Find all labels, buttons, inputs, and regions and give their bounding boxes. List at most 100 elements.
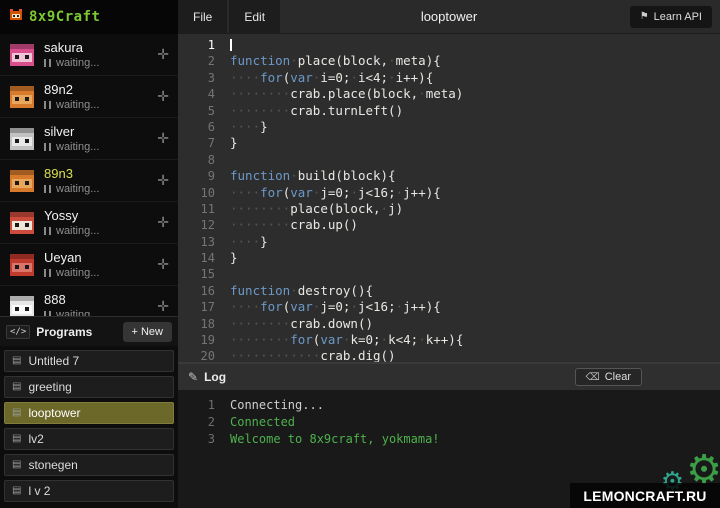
log-text: Connecting...: [230, 397, 324, 414]
player-row[interactable]: 888waiting...✛: [0, 286, 178, 316]
program-label: lv2: [28, 432, 43, 446]
editor-line: 20············crab.dig(): [178, 348, 720, 362]
program-label: l v 2: [28, 484, 50, 498]
line-number: 20: [178, 348, 230, 362]
program-file-icon: ▤: [12, 408, 21, 418]
move-icon[interactable]: ✛: [157, 298, 169, 315]
player-info: Yossy waiting...: [44, 208, 157, 237]
line-number: 7: [178, 135, 230, 151]
line-number: 13: [178, 234, 230, 250]
log-text: Welcome to 8x9craft, yokmama!: [230, 431, 440, 448]
player-list: sakurawaiting...✛89n2waiting...✛silverwa…: [0, 34, 178, 316]
player-info: 89n3waiting...: [44, 166, 157, 195]
app-logo-text: 8x9Craft: [29, 9, 100, 25]
watermark-text: LEMONCRAFT.RU: [583, 488, 706, 504]
log-pencil-icon: ✎: [188, 370, 198, 384]
line-number: 14: [178, 250, 230, 266]
player-info: 888waiting...: [44, 292, 157, 316]
clear-log-button[interactable]: ⌫ Clear: [575, 368, 642, 386]
player-name: silver: [44, 124, 157, 139]
main-area: 12function·place(block,·meta){3····for(v…: [178, 34, 720, 508]
program-file-icon: ▤: [12, 434, 21, 444]
programs-panel: </> Programs + New ▤Untitled 7▤greeting▤…: [0, 316, 178, 508]
move-icon[interactable]: ✛: [157, 256, 169, 273]
clear-label: Clear: [605, 371, 631, 383]
menu-edit[interactable]: Edit: [229, 0, 280, 33]
editor-line: 3····for(var·i=0;·i<4;·i++){: [178, 70, 720, 86]
editor-line: 15: [178, 266, 720, 282]
player-avatar-icon: [9, 126, 35, 152]
line-number: 8: [178, 152, 230, 168]
move-icon[interactable]: ✛: [157, 88, 169, 105]
line-number: 12: [178, 217, 230, 233]
editor[interactable]: 12function·place(block,·meta){3····for(v…: [178, 34, 720, 362]
code-line: ········crab.up(): [230, 217, 358, 233]
log-header: ✎ Log ⌫ Clear: [178, 364, 720, 390]
learn-api-label: Learn API: [654, 11, 702, 23]
program-row[interactable]: ▤greeting: [4, 376, 174, 398]
code-line: ········for(var·k=0;·k<4;·k++){: [230, 332, 463, 348]
editor-line: 12········crab.up(): [178, 217, 720, 233]
line-number: 19: [178, 332, 230, 348]
player-row[interactable]: Ueyanwaiting...✛: [0, 244, 178, 286]
editor-line: 8: [178, 152, 720, 168]
document-title: looptower: [421, 9, 477, 24]
move-icon[interactable]: ✛: [157, 130, 169, 147]
program-row[interactable]: ▤ Untitled 7: [4, 350, 174, 372]
log-line: 3Welcome to 8x9craft, yokmama!: [178, 431, 720, 448]
eraser-icon: ⌫: [586, 372, 600, 383]
programs-title: Programs: [36, 325, 122, 339]
player-status-text: waiting...: [56, 141, 99, 153]
code-line: ····for(var·j=0;·j<16;·j++){: [230, 299, 441, 315]
player-status: waiting...: [44, 225, 157, 237]
editor-line: 18········crab.down(): [178, 316, 720, 332]
move-icon[interactable]: ✛: [157, 214, 169, 231]
player-name: Yossy: [44, 208, 157, 223]
editor-line: 10····for(var·j=0;·j<16;·j++){: [178, 185, 720, 201]
log-line: 2Connected: [178, 414, 720, 431]
player-status-text: waiting...: [56, 309, 99, 316]
player-status-text: waiting...: [56, 99, 99, 111]
player-row[interactable]: Yossy waiting...✛: [0, 202, 178, 244]
text-cursor: [230, 39, 232, 51]
move-icon[interactable]: ✛: [157, 172, 169, 189]
program-row[interactable]: ▤stonegen: [4, 454, 174, 476]
programs-header: </> Programs + New: [0, 317, 178, 346]
program-row[interactable]: ▤ lv2: [4, 428, 174, 450]
app-logo-icon: [8, 7, 24, 28]
editor-line: 2function·place(block,·meta){: [178, 53, 720, 69]
menu-file[interactable]: File: [178, 0, 227, 33]
move-icon[interactable]: ✛: [157, 46, 169, 63]
top-bar: 8x9Craft File Edit looptower ⚑ Learn API: [0, 0, 720, 34]
player-row[interactable]: silver waiting... ✛: [0, 118, 178, 160]
code-line: ····for(var·i=0;·i<4;·i++){: [230, 70, 433, 86]
player-avatar-icon: [9, 42, 35, 68]
line-number: 1: [178, 37, 230, 53]
player-name: 89n2: [44, 82, 157, 97]
pause-icon: [44, 101, 51, 109]
player-avatar-icon: [9, 294, 35, 317]
code-line: ········crab.turnLeft(): [230, 103, 403, 119]
learn-api-button[interactable]: ⚑ Learn API: [630, 6, 712, 28]
player-row[interactable]: 89n3waiting...✛: [0, 160, 178, 202]
pause-icon: [44, 269, 51, 277]
pause-icon: [44, 185, 51, 193]
program-file-icon: ▤: [12, 382, 21, 392]
log-line-number: 3: [178, 431, 230, 448]
editor-line: 4········crab.place(block,·meta): [178, 86, 720, 102]
program-file-icon: ▤: [12, 356, 21, 366]
player-avatar-icon: [9, 252, 35, 278]
player-row[interactable]: sakurawaiting...✛: [0, 34, 178, 76]
player-status-text: waiting...: [56, 183, 99, 195]
code-line: ····}: [230, 119, 268, 135]
player-row[interactable]: 89n2 waiting... ✛: [0, 76, 178, 118]
program-label: Untitled 7: [28, 354, 79, 368]
editor-line: 11········place(block,·j): [178, 201, 720, 217]
new-program-button[interactable]: + New: [123, 322, 173, 342]
program-file-icon: ▤: [12, 460, 21, 470]
line-number: 15: [178, 266, 230, 282]
line-number: 17: [178, 299, 230, 315]
program-row[interactable]: ▤looptower: [4, 402, 174, 424]
editor-line: 16function·destroy(){: [178, 283, 720, 299]
program-row[interactable]: ▤l v 2: [4, 480, 174, 502]
